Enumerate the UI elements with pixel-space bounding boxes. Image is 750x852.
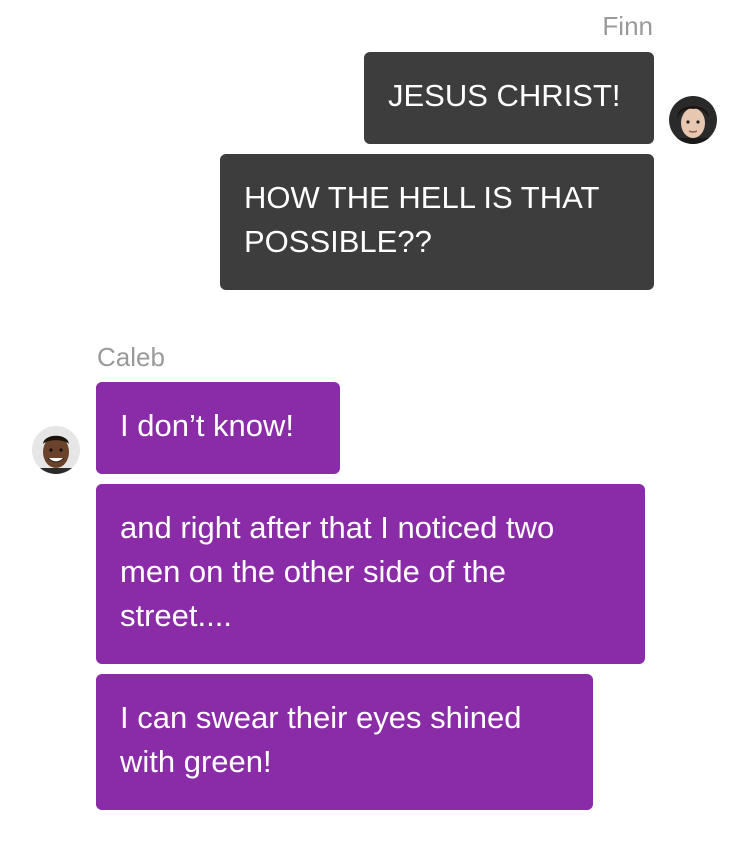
- message-text: I can swear their eyes shined with green…: [120, 700, 522, 779]
- message-bubble-incoming[interactable]: and right after that I noticed two men o…: [96, 484, 645, 664]
- message-text: HOW THE HELL IS THAT POSSIBLE??: [244, 180, 599, 259]
- sender-name-caleb: Caleb: [97, 342, 165, 372]
- finn-avatar[interactable]: [669, 96, 717, 144]
- message-text: I don’t know!: [120, 408, 295, 443]
- message-bubble-outgoing[interactable]: JESUS CHRIST!: [364, 52, 654, 144]
- message-text: JESUS CHRIST!: [388, 78, 621, 113]
- message-text: and right after that I noticed two men o…: [120, 510, 555, 633]
- finn-avatar-image: [669, 96, 717, 144]
- caleb-avatar[interactable]: [32, 426, 80, 474]
- message-bubble-outgoing[interactable]: HOW THE HELL IS THAT POSSIBLE??: [220, 154, 654, 290]
- sender-name-finn: Finn: [602, 11, 653, 41]
- caleb-avatar-image: [32, 426, 80, 474]
- message-bubble-incoming[interactable]: I can swear their eyes shined with green…: [96, 674, 593, 810]
- message-bubble-incoming[interactable]: I don’t know!: [96, 382, 340, 474]
